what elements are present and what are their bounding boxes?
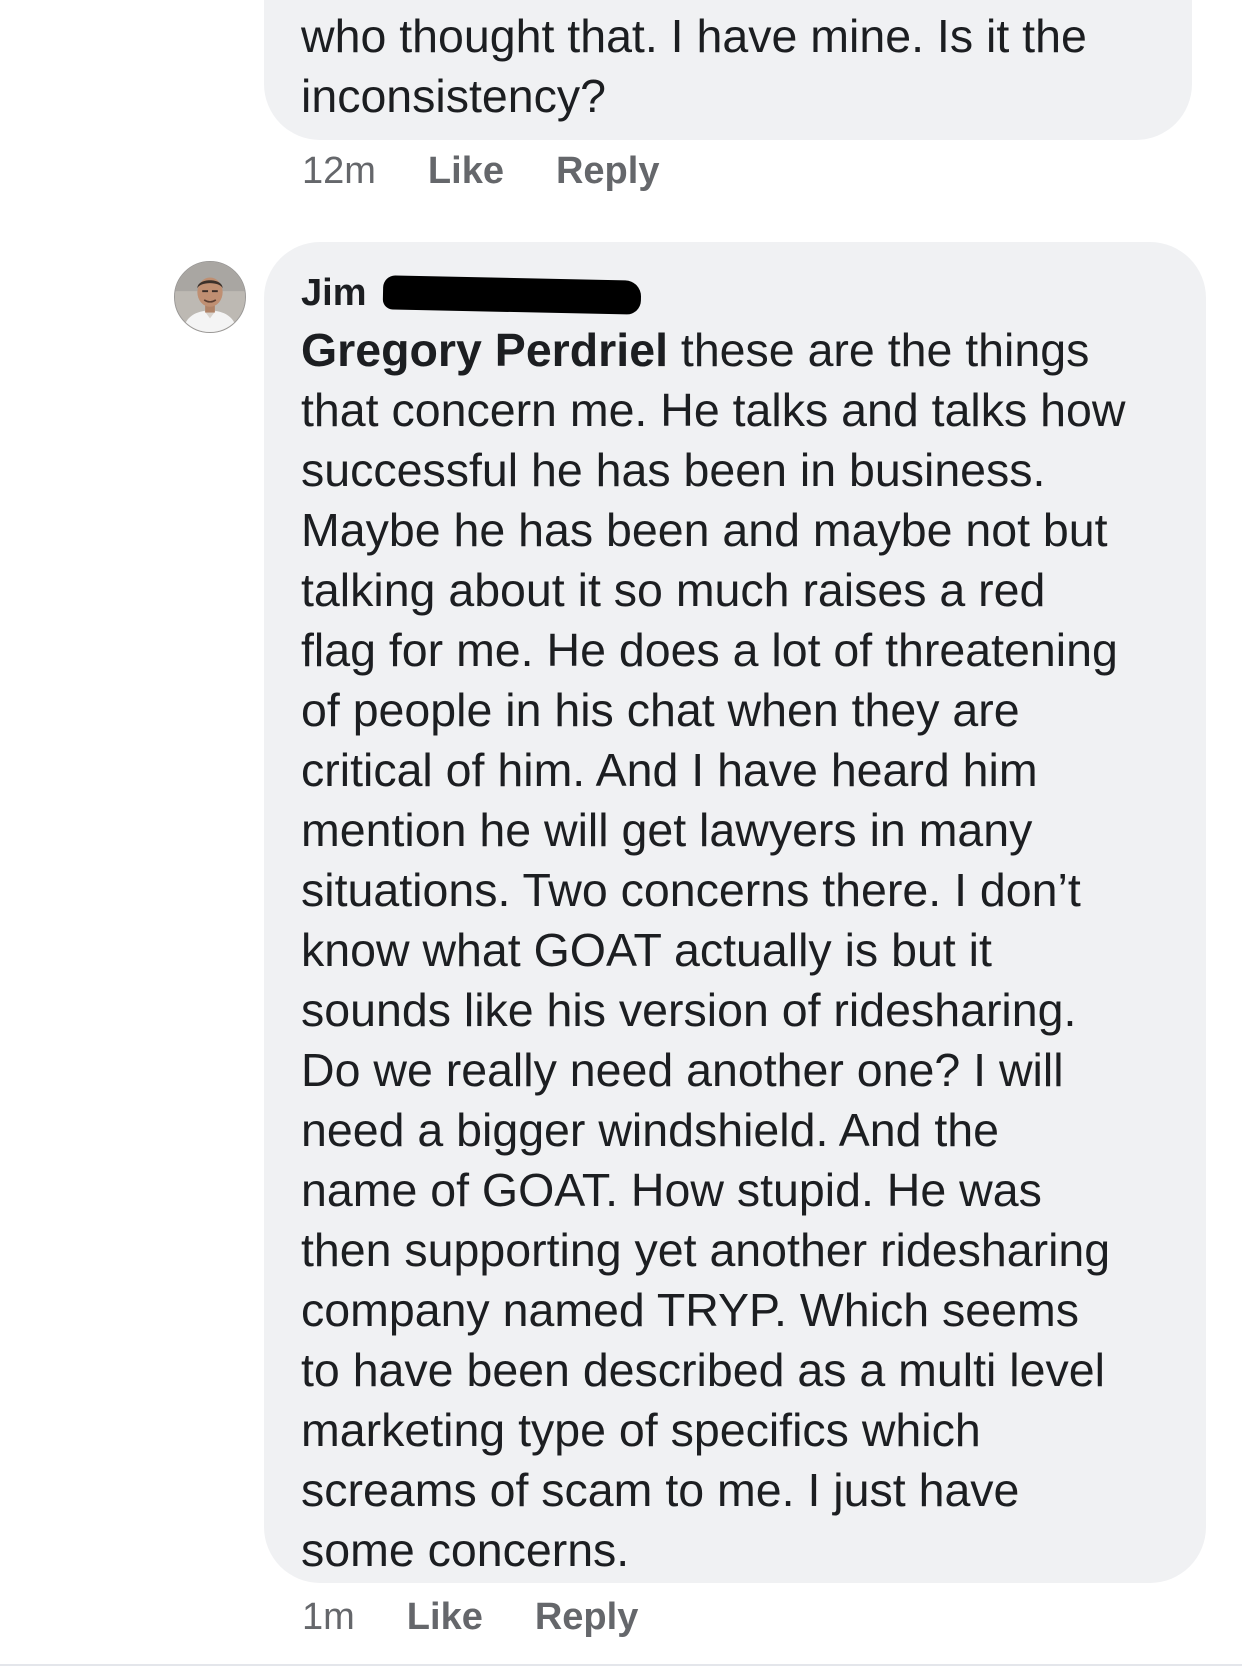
comment-line: successful he has been in business. xyxy=(301,444,1046,496)
previous-comment-actions: 12m Like Reply xyxy=(302,148,711,194)
comment-line: company named TRYP. Which seems xyxy=(301,1284,1079,1336)
comment-line: that concern me. He talks and talks how xyxy=(301,384,1126,436)
comment-author[interactable]: Jim xyxy=(301,268,1170,318)
bottom-divider xyxy=(0,1664,1242,1666)
mention-link[interactable]: Gregory Perdriel xyxy=(301,324,668,376)
comment-line: screams of scam to me. I just have xyxy=(301,1464,1020,1516)
author-name[interactable]: Jim xyxy=(301,272,366,314)
previous-comment-bubble: who thought that. I have mine. Is it the… xyxy=(264,0,1192,140)
comment-line: mention he will get lawyers in many xyxy=(301,804,1033,856)
previous-like-button[interactable]: Like xyxy=(428,148,504,194)
comment-line: marketing type of specifics which xyxy=(301,1404,981,1456)
commenter-avatar[interactable] xyxy=(174,261,246,333)
comment-line: flag for me. He does a lot of threatenin… xyxy=(301,624,1118,676)
previous-comment-text: who thought that. I have mine. Is it the… xyxy=(301,6,1156,126)
comment-line: talking about it so much raises a red xyxy=(301,564,1046,616)
redaction-mark xyxy=(382,275,642,315)
previous-reply-button[interactable]: Reply xyxy=(556,148,659,194)
comment-text: Gregory Perdriel these are the things th… xyxy=(301,320,1170,1580)
comment-line: critical of him. And I have heard him xyxy=(301,744,1038,796)
avatar-photo-icon xyxy=(175,262,245,332)
previous-comment-line: inconsistency? xyxy=(301,70,606,122)
comment-line: these are the things xyxy=(667,324,1090,376)
comment-line: need a bigger windshield. And the xyxy=(301,1104,1000,1156)
comment-line: know what GOAT actually is but it xyxy=(301,924,992,976)
comment-line: of people in his chat when they are xyxy=(301,684,1020,736)
comment-line: sounds like his version of ridesharing. xyxy=(301,984,1077,1036)
comment-line: name of GOAT. How stupid. He was xyxy=(301,1164,1042,1216)
comment-bubble: Jim Gregory Perdriel these are the thing… xyxy=(264,242,1206,1583)
like-button[interactable]: Like xyxy=(407,1594,483,1640)
previous-comment-timestamp: 12m xyxy=(302,150,376,192)
comment-line: situations. Two concerns there. I don’t xyxy=(301,864,1081,916)
comment-line: Maybe he has been and maybe not but xyxy=(301,504,1108,556)
comment-actions: 1m Like Reply xyxy=(302,1594,690,1640)
comment-line: then supporting yet another ridesharing xyxy=(301,1224,1111,1276)
comment-line: Do we really need another one? I will xyxy=(301,1044,1064,1096)
previous-comment-line: who thought that. I have mine. Is it the xyxy=(301,10,1087,62)
comment-line: some concerns. xyxy=(301,1524,630,1576)
comment-timestamp: 1m xyxy=(302,1596,355,1638)
comment-line: to have been described as a multi level xyxy=(301,1344,1105,1396)
reply-button[interactable]: Reply xyxy=(535,1594,638,1640)
